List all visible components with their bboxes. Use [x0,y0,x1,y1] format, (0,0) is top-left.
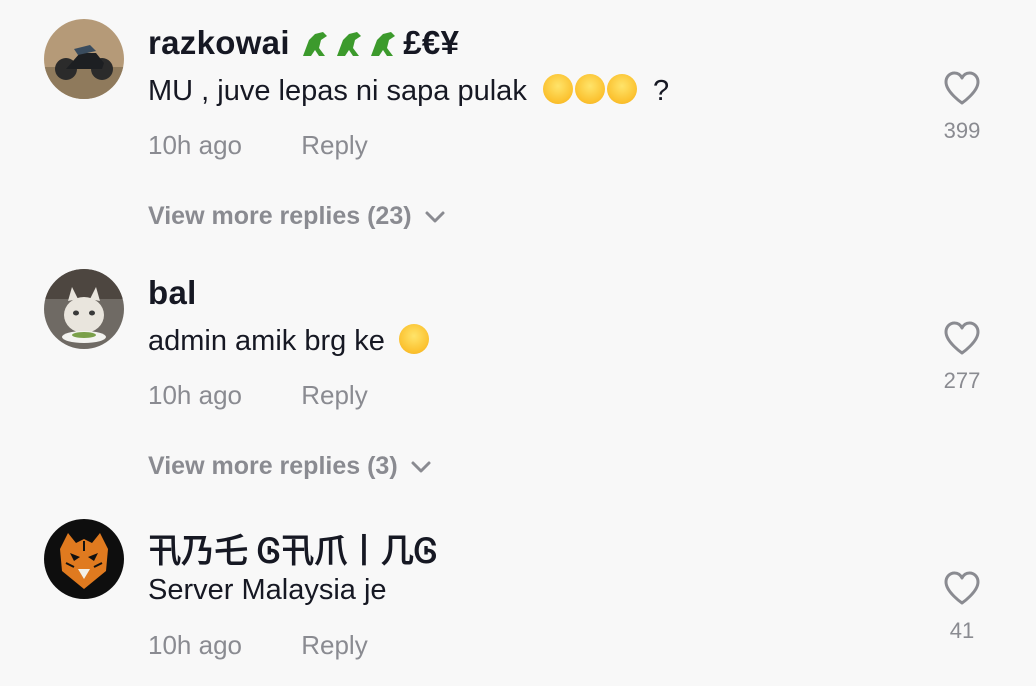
username[interactable]: 卂乃乇 Ꮆ卂爪丨几Ꮆ [148,532,438,569]
comment-text: admin amik brg ke [148,325,385,357]
heart-outline-icon [944,71,980,105]
username[interactable]: razkowai [148,24,290,61]
tears-of-joy-emoji [399,324,431,357]
avatar[interactable] [44,269,124,349]
view-more-replies-button[interactable]: View more replies (23) [148,202,446,231]
comment-text: Server Malaysia je [148,574,387,606]
chevron-down-icon [425,211,445,223]
sweat-smile-emoji [542,74,647,107]
chevron-down-icon [411,461,431,473]
like-button[interactable]: 41 [938,570,986,644]
view-more-replies-button[interactable]: View more replies (3) [148,452,432,481]
like-button[interactable]: 277 [938,320,986,394]
like-button[interactable]: 399 [938,70,986,144]
timestamp: 10h ago [148,130,242,160]
like-count: 41 [949,618,975,643]
avatar[interactable] [44,19,124,99]
heart-outline-icon [944,571,980,605]
like-count: 277 [943,368,981,393]
reply-button[interactable]: Reply [301,130,367,160]
reply-button[interactable]: Reply [301,630,367,660]
timestamp: 10h ago [148,630,242,660]
heart-outline-icon [944,321,980,355]
dinosaur-emoji [299,28,403,68]
like-count: 399 [943,118,981,143]
username-suffix: £€¥ [403,24,460,61]
view-more-label: View more replies (3) [148,452,398,480]
avatar[interactable] [44,519,124,599]
view-more-label: View more replies (23) [148,202,412,230]
comment-text-suffix: ? [652,75,670,107]
username[interactable]: bal [148,274,197,311]
reply-button[interactable]: Reply [301,380,367,410]
comment-text: MU , juve lepas ni sapa pulak [148,75,527,107]
timestamp: 10h ago [148,380,242,410]
